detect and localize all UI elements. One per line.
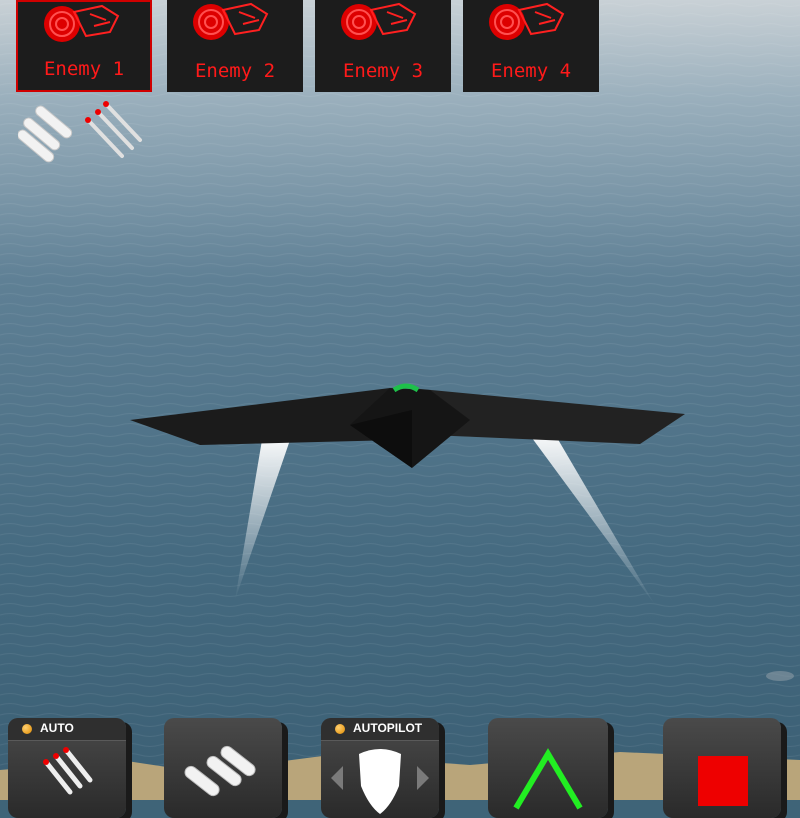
enemy-radar-icon bbox=[489, 2, 565, 40]
enemy-radar-icon bbox=[44, 4, 120, 42]
status-led bbox=[22, 724, 32, 734]
status-led bbox=[335, 724, 345, 734]
enemy-label: Enemy 4 bbox=[490, 60, 572, 82]
missile-ammo-icon bbox=[18, 101, 142, 163]
enemy-tile-4[interactable]: Enemy 4 bbox=[463, 0, 599, 92]
cannon-button[interactable] bbox=[164, 718, 282, 818]
climb-button[interactable] bbox=[488, 718, 608, 818]
enemy-label: Enemy 2 bbox=[194, 60, 276, 82]
autopilot-label: AUTOPILOT bbox=[353, 721, 423, 735]
stop-icon bbox=[698, 756, 748, 806]
enemy-label: Enemy 3 bbox=[342, 60, 424, 82]
stop-button[interactable] bbox=[663, 718, 781, 818]
enemy-tile-3[interactable]: Enemy 3 bbox=[315, 0, 451, 92]
enemy-radar-icon bbox=[341, 2, 417, 40]
enemy-label: Enemy 1 bbox=[43, 58, 125, 80]
shield-icon bbox=[331, 749, 429, 814]
enemy-radar-icon bbox=[193, 2, 269, 40]
missile-icon bbox=[43, 747, 93, 795]
autopilot-button[interactable]: AUTOPILOT bbox=[321, 718, 439, 818]
auto-missile-button[interactable]: AUTO bbox=[8, 718, 126, 818]
enemy-tile-2[interactable]: Enemy 2 bbox=[167, 0, 303, 92]
up-arrow-icon bbox=[513, 748, 583, 810]
enemy-tile-1[interactable]: Enemy 1 bbox=[16, 0, 152, 92]
auto-label: AUTO bbox=[40, 721, 74, 735]
cannon-icon bbox=[184, 745, 256, 797]
